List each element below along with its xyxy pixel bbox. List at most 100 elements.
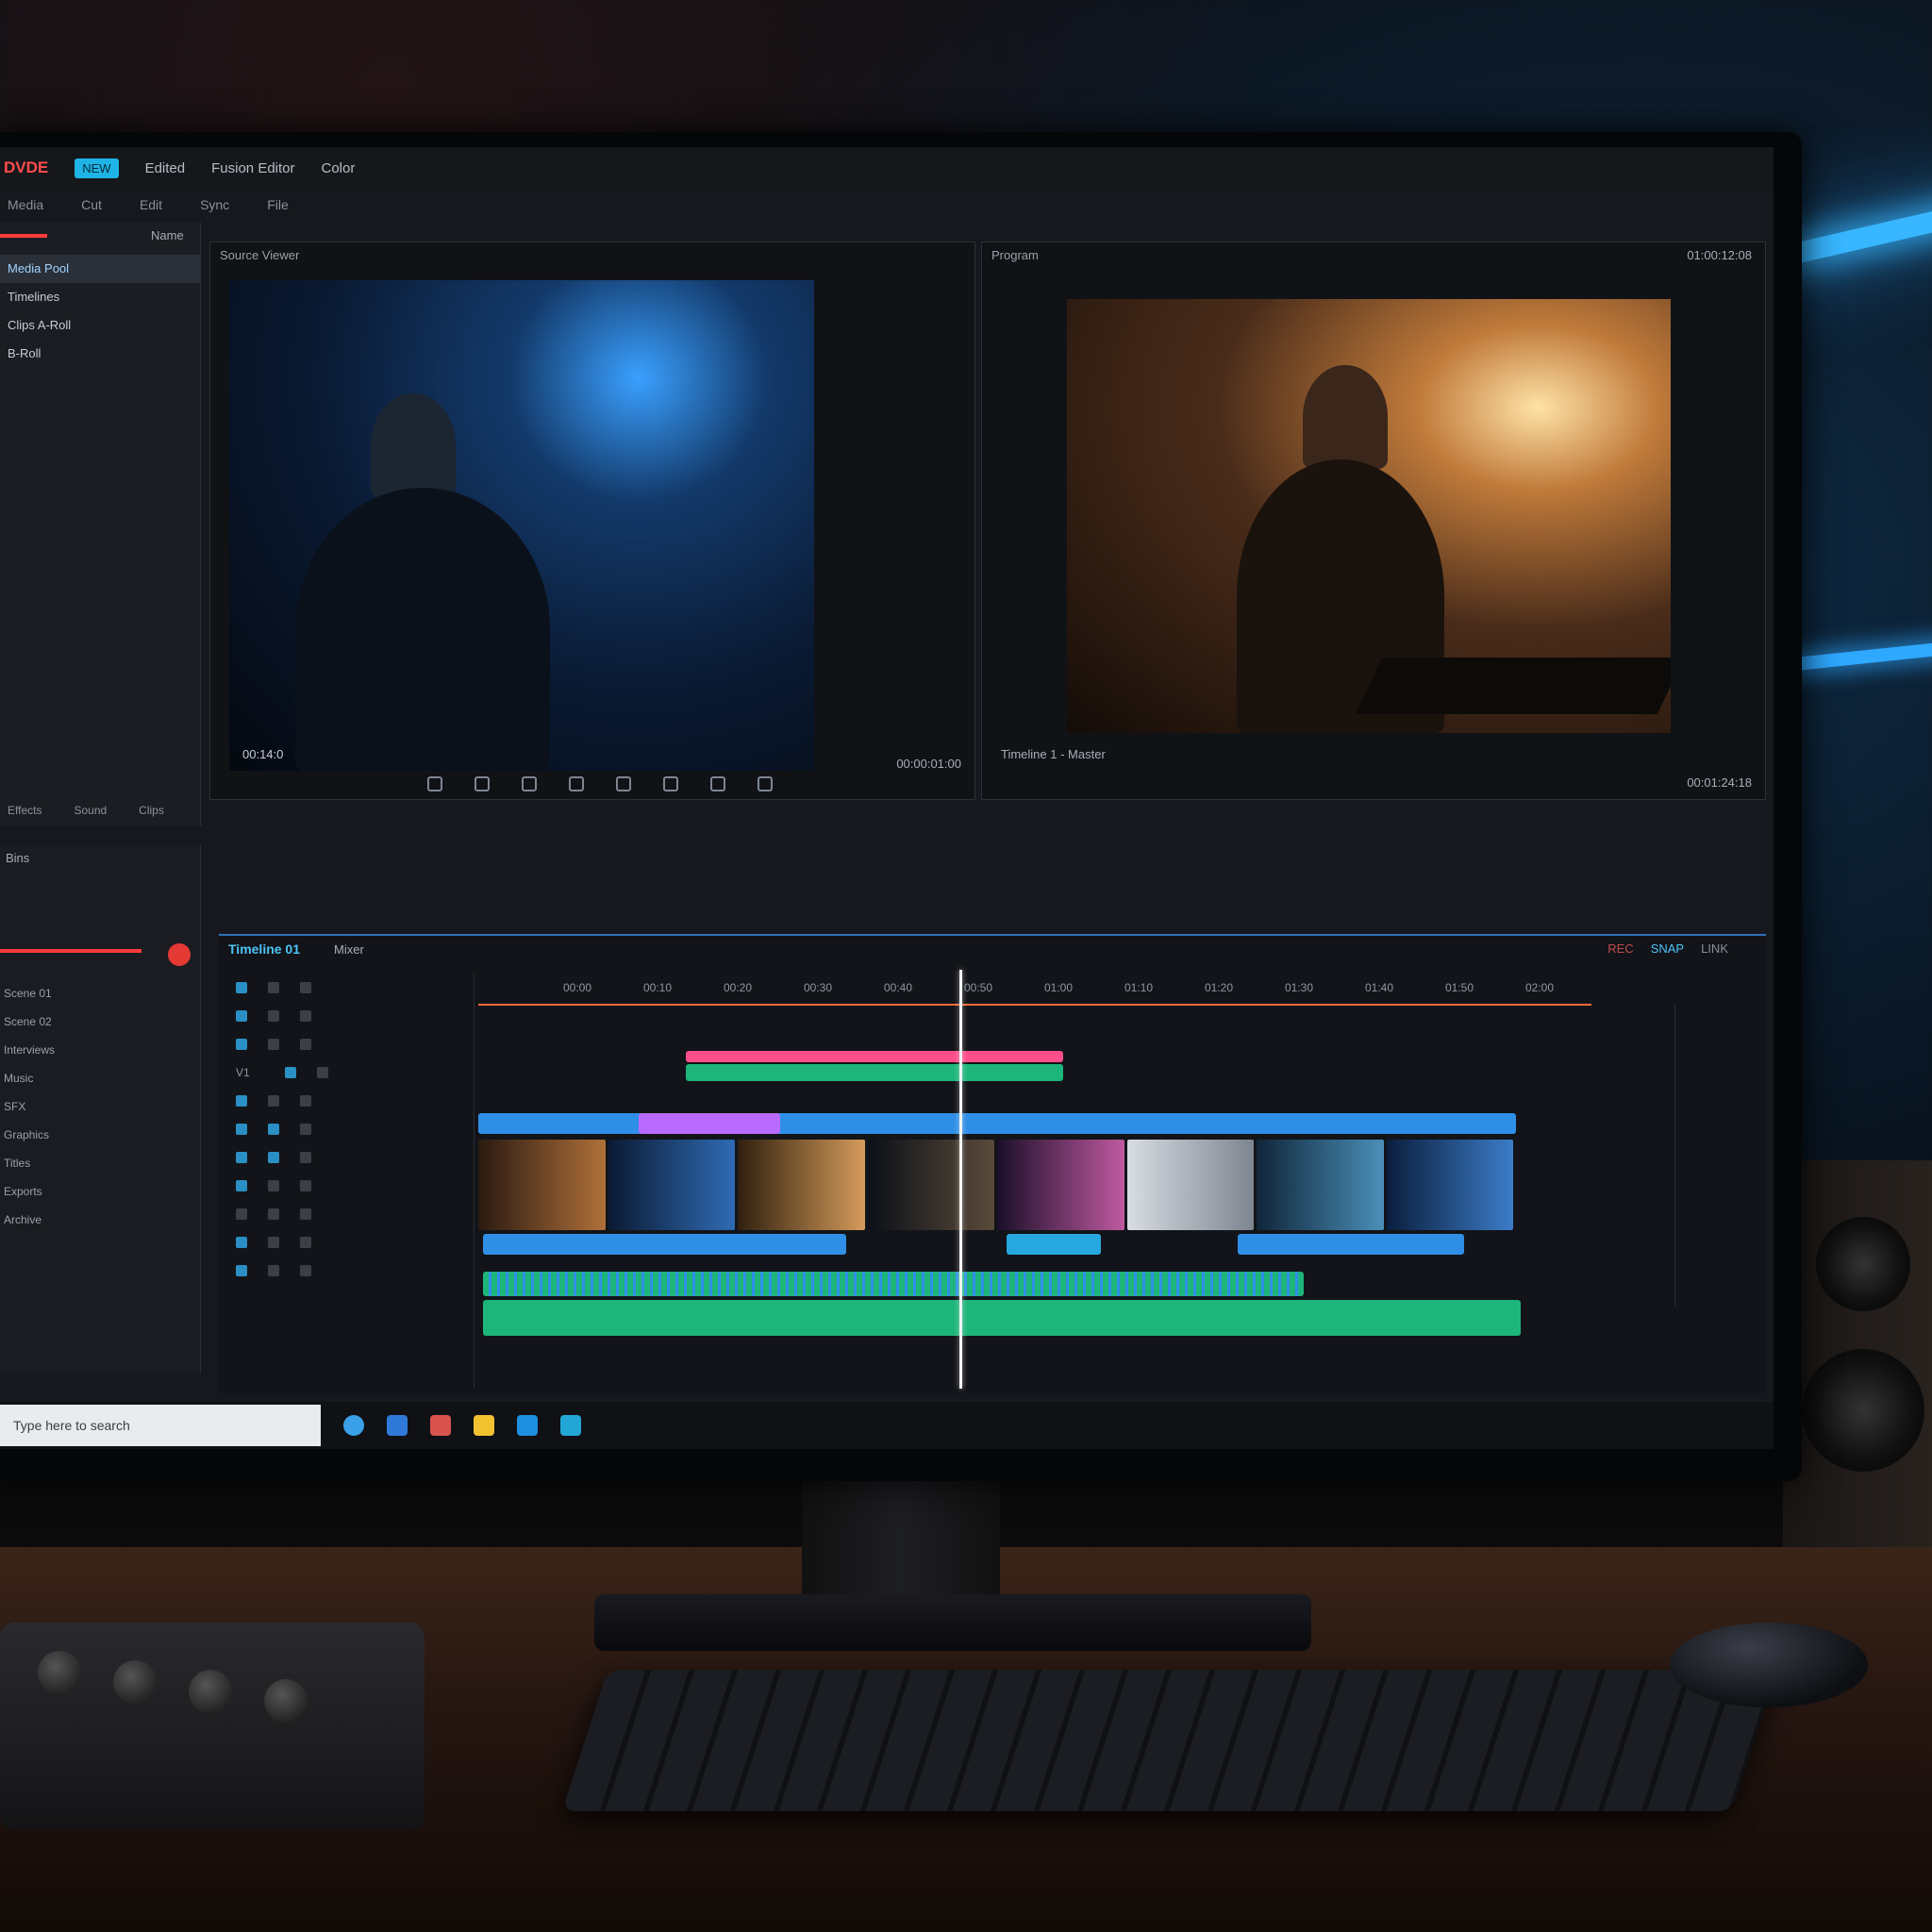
mark-in-icon[interactable] (710, 776, 725, 791)
next-frame-icon[interactable] (616, 776, 631, 791)
thumbnail[interactable] (997, 1140, 1124, 1230)
timeline-clip[interactable] (686, 1064, 1063, 1081)
timeline-clip[interactable] (483, 1234, 846, 1255)
lock-icon[interactable] (236, 1180, 247, 1191)
media-pool-item[interactable]: Clips A-Roll (0, 311, 200, 340)
eye-icon[interactable] (268, 1180, 279, 1191)
mute-icon[interactable] (300, 982, 311, 993)
panel-header[interactable]: Name (151, 228, 184, 242)
tab-effects[interactable]: Effects (8, 804, 42, 817)
eye-icon[interactable] (268, 1095, 279, 1107)
bin-row[interactable]: Scene 01 (4, 987, 52, 1000)
eye-icon[interactable] (268, 1237, 279, 1248)
keyboard[interactable] (561, 1670, 1778, 1811)
lock-icon[interactable] (236, 982, 247, 993)
timeline-clip[interactable] (686, 1051, 1063, 1062)
vertical-scrollbar[interactable] (1674, 1004, 1741, 1306)
new-badge[interactable]: NEW (75, 158, 119, 178)
track-row[interactable] (219, 1172, 474, 1200)
tab-media[interactable]: Media (8, 197, 43, 212)
control-surface[interactable] (0, 1623, 425, 1830)
tab-timeline[interactable]: Timeline 01 (228, 941, 300, 957)
play-reverse-icon[interactable] (475, 776, 490, 791)
track-row[interactable] (219, 1257, 474, 1285)
program-frame[interactable] (1067, 299, 1671, 733)
edge-icon[interactable] (343, 1415, 364, 1436)
tab-edit[interactable]: Edit (140, 197, 162, 212)
thumbnail[interactable] (867, 1140, 994, 1230)
stop-icon[interactable] (522, 776, 537, 791)
menu-item-color[interactable]: Color (322, 160, 356, 176)
thumbnail[interactable] (478, 1140, 606, 1230)
timeline-clip[interactable] (478, 1113, 1516, 1134)
mute-icon[interactable] (300, 1152, 311, 1163)
track-row[interactable] (219, 1002, 474, 1030)
eye-icon[interactable] (268, 1208, 279, 1220)
knob[interactable] (113, 1660, 157, 1704)
track-row[interactable]: V1 (219, 1058, 474, 1087)
play-icon[interactable] (569, 776, 584, 791)
mute-icon[interactable] (300, 1180, 311, 1191)
lock-icon[interactable] (236, 1265, 247, 1276)
tab-file[interactable]: File (267, 197, 289, 212)
mark-out-icon[interactable] (758, 776, 773, 791)
mouse[interactable] (1670, 1623, 1868, 1707)
knob[interactable] (38, 1651, 81, 1694)
track-row[interactable] (219, 1200, 474, 1228)
knob[interactable] (264, 1679, 308, 1723)
source-frame[interactable]: 00:14:0 (229, 280, 814, 771)
tool-rec[interactable]: REC (1607, 941, 1633, 956)
tab-cut[interactable]: Cut (81, 197, 102, 212)
bin-row[interactable]: Titles (4, 1157, 30, 1170)
tab-clips[interactable]: Clips (139, 804, 164, 817)
mute-icon[interactable] (300, 1208, 311, 1220)
track-row[interactable] (219, 1228, 474, 1257)
lock-icon[interactable] (236, 1124, 247, 1135)
tab-mixer[interactable]: Mixer (334, 942, 364, 957)
eye-icon[interactable] (317, 1067, 328, 1078)
lock-icon[interactable] (236, 1237, 247, 1248)
menu-item-edited[interactable]: Edited (145, 160, 186, 176)
lock-icon[interactable] (236, 1152, 247, 1163)
loop-icon[interactable] (663, 776, 678, 791)
bin-row[interactable]: Graphics (4, 1128, 49, 1141)
audio-clip[interactable] (483, 1272, 1304, 1296)
tool-link[interactable]: LINK (1701, 941, 1728, 956)
bin-row[interactable]: SFX (4, 1100, 25, 1113)
files-icon[interactable] (474, 1415, 494, 1436)
track-row[interactable] (219, 1115, 474, 1143)
timeline-clip[interactable] (639, 1113, 780, 1134)
knob[interactable] (189, 1670, 232, 1713)
thumbnail[interactable] (738, 1140, 865, 1230)
mute-icon[interactable] (300, 1124, 311, 1135)
bin-row[interactable]: Interviews (4, 1043, 55, 1057)
bin-row[interactable]: Scene 02 (4, 1015, 52, 1028)
mute-icon[interactable] (300, 1095, 311, 1107)
lock-icon[interactable] (236, 1010, 247, 1022)
prev-frame-icon[interactable] (427, 776, 442, 791)
record-icon[interactable] (168, 943, 191, 966)
mute-icon[interactable] (300, 1039, 311, 1050)
lock-icon[interactable] (236, 1095, 247, 1107)
track-row[interactable] (219, 1087, 474, 1115)
lock-icon[interactable] (285, 1067, 296, 1078)
thumbnail[interactable] (1257, 1140, 1384, 1230)
timeline-tracks[interactable] (478, 1008, 1591, 1385)
playhead[interactable] (959, 970, 962, 1389)
eye-icon[interactable] (268, 1152, 279, 1163)
timeline-ruler[interactable]: 00:00 00:10 00:20 00:30 00:40 00:50 01:0… (478, 975, 1591, 1006)
track-row[interactable] (219, 1143, 474, 1172)
eye-icon[interactable] (268, 1265, 279, 1276)
tab-sound[interactable]: Sound (74, 804, 107, 817)
mute-icon[interactable] (300, 1265, 311, 1276)
thumbnail[interactable] (1126, 1140, 1254, 1230)
taskbar-search-input[interactable]: Type here to search (0, 1405, 321, 1446)
track-row[interactable] (219, 1030, 474, 1058)
bin-row[interactable]: Archive (4, 1213, 42, 1226)
timeline-clip[interactable] (1238, 1234, 1464, 1255)
lock-icon[interactable] (236, 1039, 247, 1050)
media-pool-item[interactable]: Timelines (0, 283, 200, 311)
timeline-clip[interactable] (1007, 1234, 1101, 1255)
app-icon[interactable] (517, 1415, 538, 1436)
eye-icon[interactable] (268, 982, 279, 993)
